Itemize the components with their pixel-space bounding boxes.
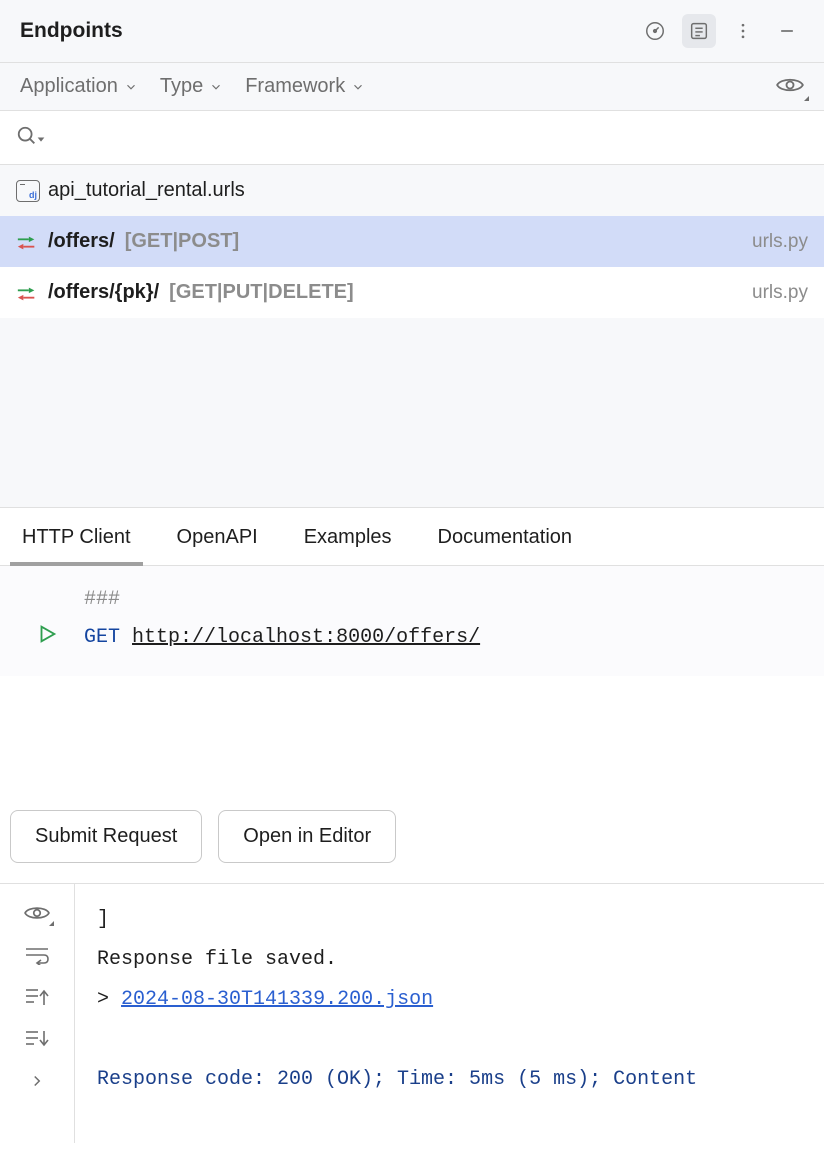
soft-wrap-icon[interactable] <box>23 944 51 966</box>
tab-openapi[interactable]: OpenAPI <box>177 526 258 565</box>
panel-icon[interactable] <box>682 14 716 48</box>
detail-tabs: HTTP Client OpenAPI Examples Documentati… <box>0 508 824 566</box>
scroll-bottom-icon[interactable] <box>23 1028 51 1050</box>
page-title: Endpoints <box>20 19 123 43</box>
search-icon <box>16 125 46 147</box>
chevron-right-icon[interactable] <box>23 1070 51 1092</box>
filters: Application Type Framework <box>20 75 365 98</box>
http-url: http://localhost:8000/offers/ <box>132 626 480 649</box>
tab-documentation[interactable]: Documentation <box>438 526 573 565</box>
filter-bar: Application Type Framework <box>0 63 824 111</box>
visibility-icon[interactable] <box>776 75 804 98</box>
endpoint-group[interactable]: dj api_tutorial_rental.urls <box>0 165 824 216</box>
submit-request-button[interactable]: Submit Request <box>10 810 202 863</box>
response-file-link[interactable]: 2024-08-30T141339.200.json <box>121 988 433 1011</box>
django-file-icon: dj <box>16 180 40 202</box>
filter-application[interactable]: Application <box>20 75 138 98</box>
endpoint-methods: [GET|PUT|DELETE] <box>169 281 354 304</box>
chevron-down-icon <box>351 80 365 94</box>
tab-http-client[interactable]: HTTP Client <box>22 526 131 565</box>
group-label: api_tutorial_rental.urls <box>48 179 245 202</box>
search-bar[interactable] <box>0 111 824 165</box>
chevron-down-icon <box>209 80 223 94</box>
http-method: GET <box>84 626 120 649</box>
minimize-icon[interactable] <box>770 14 804 48</box>
response-bracket: ] <box>97 900 808 940</box>
response-gutter <box>0 884 75 1143</box>
http-editor[interactable]: ### GET http://localhost:8000/offers/ <box>0 566 824 676</box>
filter-type-label: Type <box>160 75 203 98</box>
tab-examples[interactable]: Examples <box>304 526 392 565</box>
scroll-top-icon[interactable] <box>23 986 51 1008</box>
chevron-down-icon <box>124 80 138 94</box>
endpoint-path: /offers/ <box>48 230 115 253</box>
filter-application-label: Application <box>20 75 118 98</box>
endpoint-row[interactable]: /offers/{pk}/ [GET|PUT|DELETE] urls.py <box>0 267 824 318</box>
endpoint-source: urls.py <box>752 282 808 304</box>
route-icon <box>16 234 38 250</box>
editor-comment: ### <box>84 588 120 611</box>
endpoint-source: urls.py <box>752 231 808 253</box>
route-icon <box>16 285 38 301</box>
run-icon[interactable] <box>36 623 58 652</box>
endpoint-row[interactable]: /offers/ [GET|POST] urls.py <box>0 216 824 267</box>
header-bar: Endpoints <box>0 0 824 63</box>
filter-type[interactable]: Type <box>160 75 223 98</box>
endpoint-path: /offers/{pk}/ <box>48 281 159 304</box>
response-prompt: > <box>97 988 109 1011</box>
open-in-editor-button[interactable]: Open in Editor <box>218 810 396 863</box>
response-panel: ] Response file saved. > 2024-08-30T1413… <box>0 883 824 1143</box>
eye-icon[interactable] <box>23 902 51 924</box>
response-body[interactable]: ] Response file saved. > 2024-08-30T1413… <box>75 884 824 1143</box>
endpoints-list: dj api_tutorial_rental.urls /offers/ [GE… <box>0 165 824 508</box>
gauge-icon[interactable] <box>638 14 672 48</box>
response-info: Response code: 200 (OK); Time: 5ms (5 ms… <box>97 1060 808 1100</box>
list-blank <box>0 318 824 508</box>
header-actions <box>638 14 804 48</box>
action-buttons: Submit Request Open in Editor <box>0 786 824 883</box>
editor-blank <box>0 676 824 786</box>
response-saved-msg: Response file saved. <box>97 940 808 980</box>
endpoint-methods: [GET|POST] <box>125 230 239 253</box>
filter-framework[interactable]: Framework <box>245 75 365 98</box>
more-icon[interactable] <box>726 14 760 48</box>
filter-framework-label: Framework <box>245 75 345 98</box>
